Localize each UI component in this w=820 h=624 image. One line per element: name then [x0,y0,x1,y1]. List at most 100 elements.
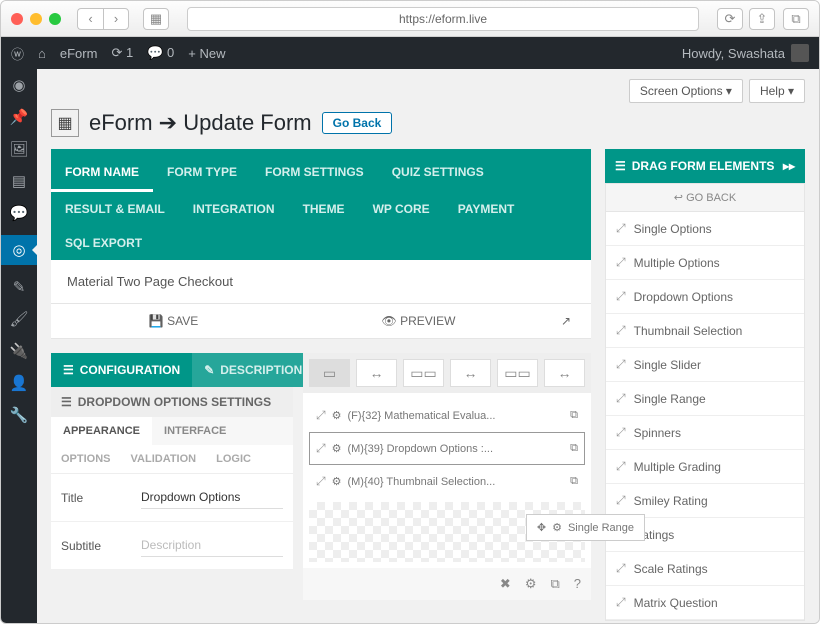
layout-expand-h2-button[interactable]: ↔ [450,359,491,387]
layout-expand-h3-button[interactable]: ↔ [544,359,585,387]
layout-third-button[interactable]: ▭▭ [497,359,538,387]
delete-icon[interactable]: ✖ [500,576,511,592]
pencil-icon[interactable]: ✎ [9,277,29,297]
element-multiple-grading[interactable]: ⤢Multiple Grading [606,450,804,484]
tab-wp-core[interactable]: WP CORE [359,192,444,226]
tools-icon[interactable]: 🔧 [9,405,29,425]
wp-logo-icon[interactable]: ⓦ [11,44,24,63]
question-item[interactable]: ⤢ ⚙ (F){32} Mathematical Evalua... ⧉ [309,399,585,432]
help-button[interactable]: Help ▾ [749,79,805,103]
site-name[interactable]: eForm [60,46,98,61]
copy-icon[interactable]: ⧉ [570,475,578,488]
page-title: eForm ➔ Update Form [89,110,312,136]
subtitle-input[interactable] [141,534,283,557]
eform-menu-icon[interactable]: ◎ [1,235,37,265]
subtab-logic[interactable]: LOGIC [206,445,261,473]
element-single-options[interactable]: ⤢Single Options [606,212,804,246]
question-item[interactable]: ⤢ ⚙ (M){40} Thumbnail Selection... ⧉ [309,465,585,498]
move-icon: ⤢ [316,408,326,423]
move-icon: ⤢ [316,441,326,456]
howdy-text[interactable]: Howdy, Swashata [682,46,785,61]
settings-header: ☰ DROPDOWN OPTIONS SETTINGS [51,387,293,417]
url-bar[interactable]: https://eform.live [187,7,699,31]
title-label: Title [61,491,141,505]
element-thumbnail-selection[interactable]: ⤢Thumbnail Selection [606,314,804,348]
tab-payment[interactable]: PAYMENT [444,192,529,226]
eform-icon: ▦ [51,109,79,137]
tabs-button[interactable]: ▦ [143,8,169,30]
screen-options-button[interactable]: Screen Options ▾ [629,79,743,103]
move-icon: ⤢ [316,474,326,489]
tab-integration[interactable]: INTEGRATION [179,192,289,226]
pages-icon[interactable]: ▤ [9,171,29,191]
layout-full-button[interactable]: ▭ [309,359,350,387]
go-back-button[interactable]: Go Back [322,112,393,134]
tab-result-email[interactable]: RESULT & EMAIL [51,192,179,226]
subtab-validation[interactable]: VALIDATION [121,445,207,473]
element-scale-ratings[interactable]: ⤢Scale Ratings [606,552,804,586]
element-single-range[interactable]: ⤢Single Range [606,382,804,416]
subtab-options[interactable]: OPTIONS [51,445,121,473]
element-matrix-question[interactable]: ⤢Matrix Question [606,586,804,620]
updates-icon[interactable]: ⟳ 1 [111,45,133,61]
element-spinners[interactable]: ⤢Spinners [606,416,804,450]
comments-icon[interactable]: 💬 0 [147,45,174,61]
gear-icon[interactable]: ⚙ [332,409,342,422]
tabs-overview-button[interactable]: ⧉ [783,8,809,30]
collapse-icon[interactable]: ▸▸ [783,159,795,173]
tab-quiz-settings[interactable]: QUIZ SETTINGS [378,155,498,192]
plugins-icon[interactable]: 🔌 [9,341,29,361]
wp-sidebar: ◉ 📌 🖼 ▤ 💬 ◎ ✎ 🖌 🔌 👤 🔧 [1,69,37,623]
layout-half-button[interactable]: ▭▭ [403,359,444,387]
maximize-window-icon[interactable] [49,13,61,25]
gear-icon[interactable]: ⚙ [332,442,342,455]
tab-form-type[interactable]: FORM TYPE [153,155,251,192]
panel-go-back[interactable]: ↩ GO BACK [605,183,805,212]
tab-theme[interactable]: THEME [289,192,359,226]
element-smiley-rating[interactable]: ⤢Smiley Rating [606,484,804,518]
element-multiple-options[interactable]: ⤢Multiple Options [606,246,804,280]
settings-icon[interactable]: ⚙ [525,576,537,592]
preview-button[interactable]: 👁 PREVIEW [296,304,541,338]
brush-icon[interactable]: 🖌 [9,309,29,329]
close-window-icon[interactable] [11,13,23,25]
gear-icon[interactable]: ⚙ [332,475,342,488]
element-single-slider[interactable]: ⤢Single Slider [606,348,804,382]
copy-icon[interactable]: ⧉ [570,409,578,422]
form-name-value[interactable]: Material Two Page Checkout [51,260,591,304]
tab-description[interactable]: ✎ DESCRIPTION [192,353,314,387]
avatar[interactable] [791,44,809,62]
drop-zone[interactable]: ✥ ⚙ Single Range [309,502,585,562]
new-button[interactable]: + New [188,46,225,61]
share-button[interactable]: ⇪ [749,8,775,30]
reload-button[interactable]: ⟳ [717,8,743,30]
layout-expand-h-button[interactable]: ↔ [356,359,397,387]
external-link-button[interactable]: ↗ [541,304,591,338]
help-icon[interactable]: ? [574,576,581,592]
form-tabs: FORM NAME FORM TYPE FORM SETTINGS QUIZ S… [51,149,591,260]
question-item[interactable]: ⤢ ⚙ (M){39} Dropdown Options :... ⧉ [309,432,585,465]
comments-menu-icon[interactable]: 💬 [9,203,29,223]
elements-list: ⤢Single Options ⤢Multiple Options ⤢Dropd… [605,212,805,621]
tab-form-name[interactable]: FORM NAME [51,155,153,192]
back-button[interactable]: ‹ [77,8,103,30]
home-icon[interactable]: ⌂ [38,46,46,61]
minimize-window-icon[interactable] [30,13,42,25]
element-dropdown-options[interactable]: ⤢Dropdown Options [606,280,804,314]
copy-icon[interactable]: ⧉ [570,442,578,455]
dragging-element[interactable]: ✥ ⚙ Single Range [526,514,645,541]
subtab-appearance[interactable]: APPEARANCE [51,417,152,445]
subtab-interface[interactable]: INTERFACE [152,417,238,445]
tab-sql-export[interactable]: SQL EXPORT [51,226,156,260]
forward-button[interactable]: › [103,8,129,30]
duplicate-icon[interactable]: ⧉ [550,576,559,592]
users-icon[interactable]: 👤 [9,373,29,393]
tab-form-settings[interactable]: FORM SETTINGS [251,155,378,192]
media-icon[interactable]: 🖼 [9,139,29,159]
title-input[interactable] [141,486,283,509]
pin-icon[interactable]: 📌 [9,107,29,127]
tab-configuration[interactable]: ☰ CONFIGURATION [51,353,192,387]
gear-icon: ⚙ [552,521,562,534]
save-button[interactable]: 💾 SAVE [51,304,296,338]
dashboard-icon[interactable]: ◉ [9,75,29,95]
